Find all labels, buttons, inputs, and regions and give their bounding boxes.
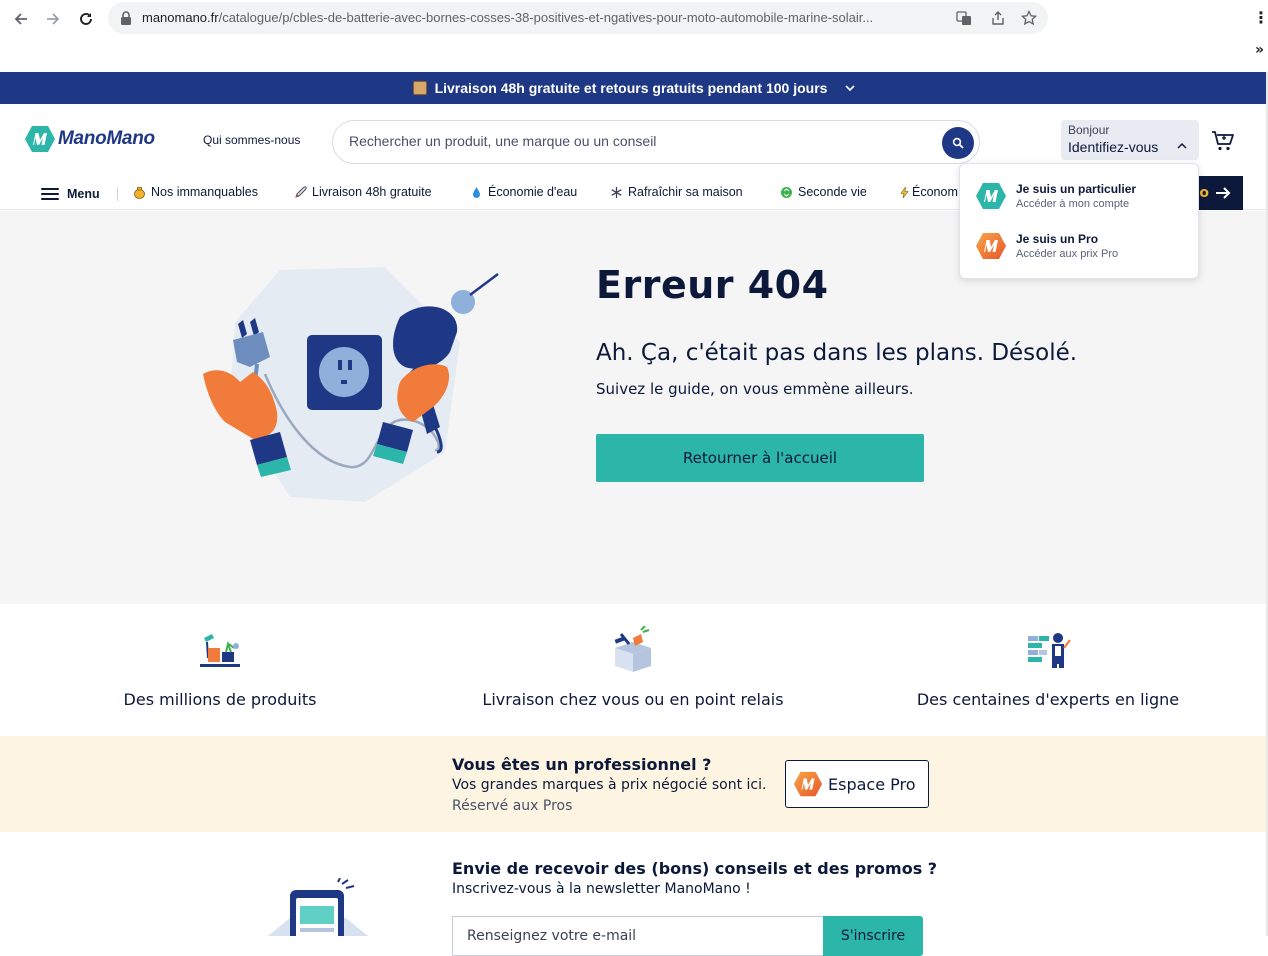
category-label: Seconde vie	[798, 185, 867, 199]
chevron-down-icon[interactable]	[845, 81, 856, 95]
url-host: manomano.fr	[142, 10, 219, 25]
feature-delivery: Livraison chez vous ou en point relais	[453, 626, 813, 709]
rocket-icon	[295, 185, 307, 198]
newsletter-subtitle: Inscrivez-vous à la newsletter ManoMano …	[452, 881, 751, 897]
package-icon	[412, 81, 427, 95]
money-bag-icon	[134, 186, 145, 199]
manomano-logo-icon	[25, 126, 55, 152]
snowflake-icon	[611, 186, 622, 198]
nav-divider	[117, 187, 118, 201]
feature-label: Des centaines d'experts en ligne	[916, 690, 1180, 709]
category-label: Économie d'eau	[488, 185, 578, 199]
error-guide-text: Suivez le guide, on vous emmène ailleurs…	[596, 380, 914, 398]
menu-label: Menu	[67, 187, 100, 201]
lock-icon	[121, 11, 131, 25]
manomano-pro-icon	[976, 233, 1006, 259]
category-item-economie[interactable]: Économ	[898, 185, 958, 199]
reload-icon[interactable]	[75, 8, 97, 30]
account-option-subtitle: Accéder aux prix Pro	[1016, 248, 1119, 260]
about-link[interactable]: Qui sommes-nous	[203, 133, 300, 147]
pro-band-description: Vos grandes marques à prix négocié sont …	[452, 777, 767, 793]
pro-band-question: Vous êtes un professionnel ?	[452, 755, 712, 774]
address-bar[interactable]: manomano.fr/catalogue/p/cbles-de-batteri…	[108, 2, 1048, 34]
category-item-rafraichir[interactable]: Rafraîchir sa maison	[610, 185, 743, 199]
newsletter-subscribe-button[interactable]: S'inscrire	[823, 916, 923, 956]
unplugged-drill-illustration	[203, 267, 499, 502]
category-label: Nos immanquables	[151, 185, 258, 199]
espace-pro-label: Espace Pro	[828, 774, 916, 794]
arrow-right-icon	[1216, 187, 1231, 199]
error-subtitle: Ah. Ça, c'était pas dans les plans. Déso…	[596, 340, 1078, 366]
category-label: Économ	[912, 185, 958, 199]
account-option-title: Je suis un Pro	[1016, 232, 1099, 246]
cart-icon[interactable]	[1211, 129, 1235, 153]
account-option-pro[interactable]: Je suis un Pro Accéder aux prix Pro	[975, 226, 1185, 266]
promo-banner[interactable]: Livraison 48h gratuite et retours gratui…	[0, 72, 1268, 104]
account-dropdown: Je suis un particulier Accéder à mon com…	[959, 163, 1199, 279]
search-bar[interactable]	[332, 120, 980, 164]
feature-experts: Des centaines d'experts en ligne	[868, 626, 1228, 709]
expert-icon	[1028, 633, 1071, 668]
category-item-immanquables[interactable]: Nos immanquables	[133, 185, 258, 199]
water-drop-icon	[473, 186, 480, 198]
category-item-livraison[interactable]: Livraison 48h gratuite	[294, 185, 432, 199]
bookmarks-overflow-icon[interactable]: »	[1255, 42, 1264, 58]
url-path: /catalogue/p/cbles-de-batterie-avec-born…	[218, 10, 874, 25]
search-button[interactable]	[942, 127, 974, 159]
menu-button[interactable]: Menu	[41, 185, 100, 203]
manomano-pro-icon	[793, 771, 823, 797]
lightning-icon	[900, 186, 909, 198]
feature-label: Des millions de produits	[123, 690, 317, 709]
account-option-particulier[interactable]: Je suis un particulier Accéder à mon com…	[975, 176, 1185, 216]
error-title: Erreur 404	[596, 263, 829, 307]
search-icon	[952, 137, 964, 149]
manomano-teal-icon	[976, 183, 1006, 209]
search-input[interactable]	[349, 133, 929, 149]
delivery-box-icon	[614, 626, 651, 672]
share-icon[interactable]	[988, 8, 1008, 28]
features-section: Des millions de produits Livraison chez …	[0, 604, 1268, 736]
account-option-subtitle: Accéder à mon compte	[1016, 198, 1130, 210]
newsletter-email-input[interactable]	[452, 916, 824, 956]
logo-wordmark: ManoMano	[58, 128, 155, 149]
espace-pro-button[interactable]: Espace Pro	[785, 760, 929, 808]
back-to-home-button[interactable]: Retourner à l'accueil	[596, 434, 924, 482]
chevron-up-icon	[1177, 140, 1187, 153]
category-label: Livraison 48h gratuite	[312, 185, 432, 199]
feature-label: Livraison chez vous ou en point relais	[482, 690, 784, 709]
browser-menu-icon[interactable]: ⋮	[1253, 8, 1268, 27]
browser-chrome: manomano.fr/catalogue/p/cbles-de-batteri…	[0, 0, 1268, 72]
account-greeting: Bonjour	[1068, 123, 1110, 137]
feature-products: Des millions de produits	[40, 626, 400, 709]
back-icon[interactable]	[10, 8, 32, 30]
manomano-logo[interactable]: ManoMano	[24, 123, 155, 155]
bookmark-star-icon[interactable]	[1019, 8, 1039, 28]
newsletter-title: Envie de recevoir des (bons) conseils et…	[452, 859, 938, 878]
products-icon	[200, 634, 240, 667]
promo-banner-text: Livraison 48h gratuite et retours gratui…	[434, 80, 828, 96]
category-item-eau[interactable]: Économie d'eau	[470, 185, 577, 199]
category-label: Rafraîchir sa maison	[628, 185, 743, 199]
recycle-icon	[781, 186, 792, 198]
forward-icon[interactable]	[42, 8, 64, 30]
account-option-title: Je suis un particulier	[1016, 182, 1137, 196]
account-signin-label: Identifiez-vous	[1068, 139, 1159, 155]
translate-icon[interactable]	[954, 8, 974, 28]
phone-illustration	[268, 878, 368, 936]
category-item-seconde-vie[interactable]: Seconde vie	[780, 185, 867, 199]
hamburger-icon	[41, 185, 59, 203]
pro-band-note: Réservé aux Pros	[452, 798, 573, 814]
url-text[interactable]: manomano.fr/catalogue/p/cbles-de-batteri…	[142, 10, 962, 25]
account-button[interactable]: Bonjour Identifiez-vous	[1061, 120, 1199, 160]
pro-cta-text: o	[1199, 185, 1209, 201]
